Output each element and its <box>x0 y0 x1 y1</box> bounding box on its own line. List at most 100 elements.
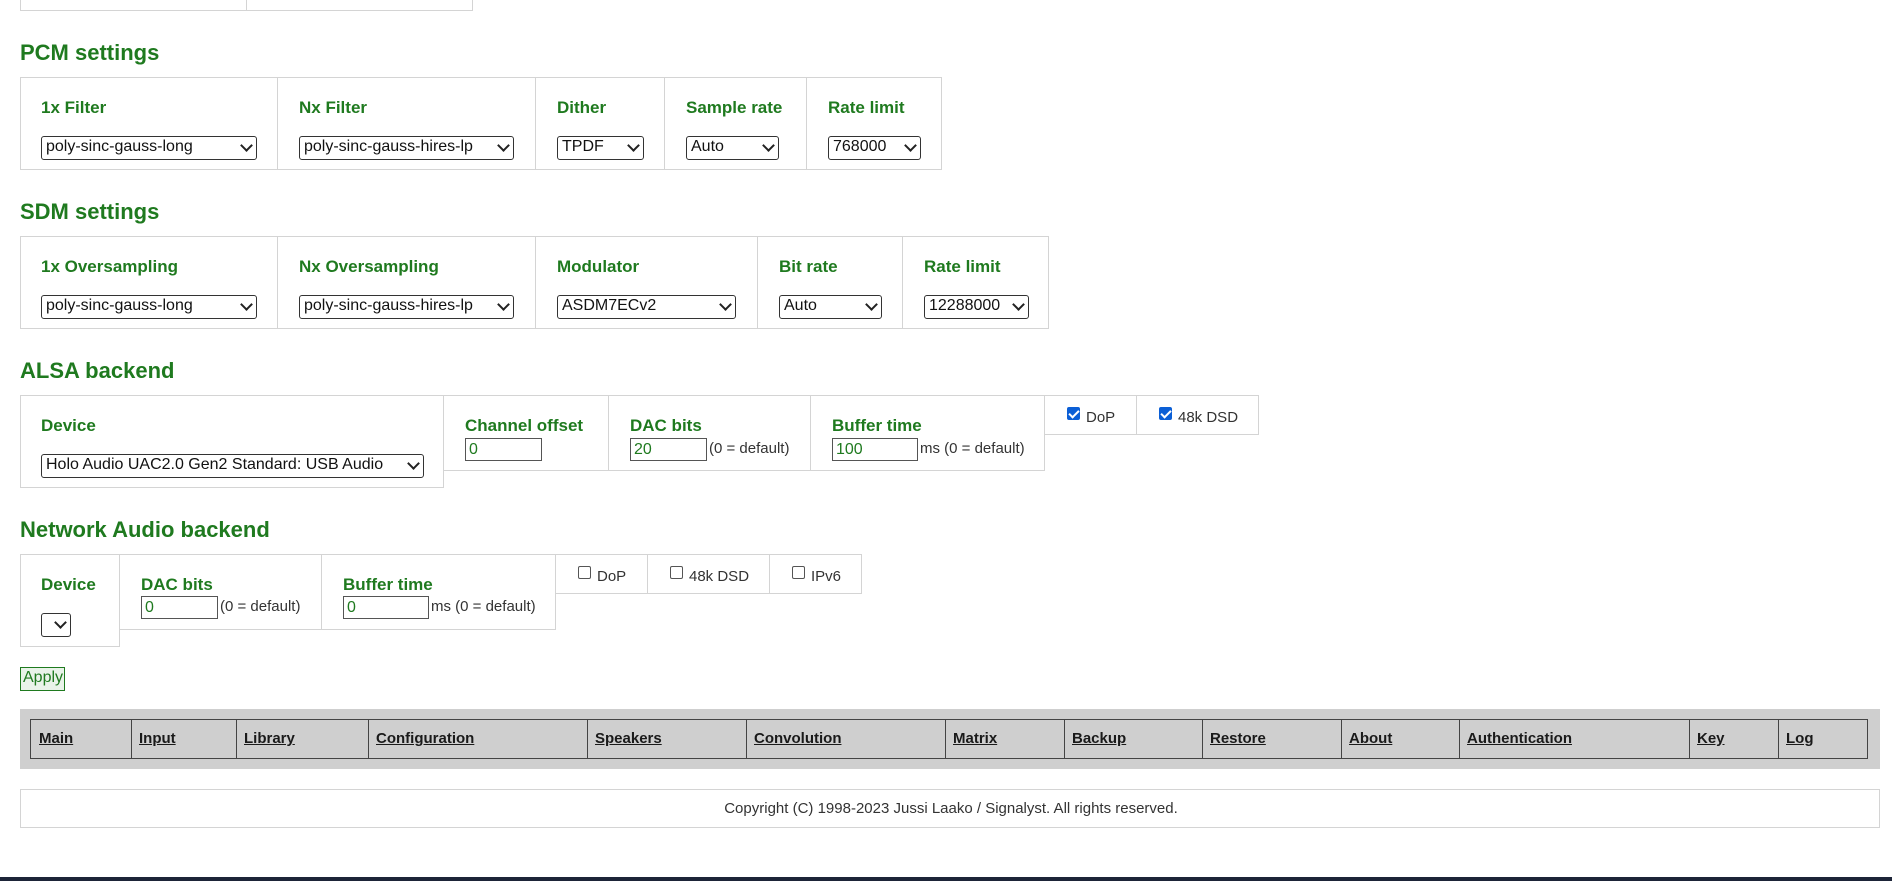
alsa-dac-bits-input[interactable] <box>630 438 707 461</box>
network-device-label: Device <box>41 575 96 594</box>
chevron-down-icon <box>497 139 510 152</box>
osNx-label: Nx Oversampling <box>299 257 439 276</box>
nav-authentication[interactable]: Authentication <box>1459 719 1690 759</box>
network-dac-bits-note: (0 = default) <box>220 598 301 615</box>
alsa-device-label: Device <box>41 416 96 435</box>
alsa-cell-channel-offset: Channel offset <box>443 395 609 471</box>
sdm-rate-limit-select[interactable]: 12288000 <box>924 295 1029 319</box>
channel-offset-label: Channel offset <box>465 416 584 435</box>
nav-input[interactable]: Input <box>131 719 237 759</box>
network-buffer-time-input[interactable] <box>343 596 429 619</box>
network-cell-ipv6: IPv6 <box>769 554 862 594</box>
network-dac-bits-label: DAC bits <box>141 575 213 594</box>
os1x-label: 1x Oversampling <box>41 257 179 276</box>
alsa-device-select[interactable]: Holo Audio UAC2.0 Gen2 Standard: USB Aud… <box>41 454 424 478</box>
alsa-dop-checkbox[interactable] <box>1067 407 1080 420</box>
apply-button[interactable]: Apply <box>20 667 65 691</box>
alsa-dac-bits-label: DAC bits <box>630 416 702 435</box>
footer-box: Copyright (C) 1998-2023 Jussi Laako / Si… <box>20 789 1880 828</box>
pcm-cell-filterNx: Nx Filter poly-sinc-gauss-hires-lp <box>277 77 536 170</box>
nav-restore[interactable]: Restore <box>1202 719 1342 759</box>
nav-matrix[interactable]: Matrix <box>945 719 1065 759</box>
dither-label: Dither <box>557 98 607 117</box>
chevron-down-icon <box>627 139 640 152</box>
network-48k-dsd-label: 48k DSD <box>689 568 750 585</box>
nav-library[interactable]: Library <box>236 719 369 759</box>
sdm-rate-limit-label: Rate limit <box>924 257 1001 276</box>
network-audio-backend-heading: Network Audio backend <box>20 517 270 542</box>
pcm-cell-rate-limit: Rate limit 768000 <box>806 77 942 170</box>
nav-configuration[interactable]: Configuration <box>368 719 588 759</box>
filter1x-select[interactable]: poly-sinc-gauss-long <box>41 136 257 160</box>
sdm-cell-os1x: 1x Oversampling poly-sinc-gauss-long <box>20 236 278 329</box>
sdm-cell-osNx: Nx Oversampling poly-sinc-gauss-hires-lp <box>277 236 536 329</box>
bit-rate-select[interactable]: Auto <box>779 295 882 319</box>
sdm-cell-bit-rate: Bit rate Auto <box>757 236 903 329</box>
alsa-cell-device: Device Holo Audio UAC2.0 Gen2 Standard: … <box>20 395 444 488</box>
sample-rate-select[interactable]: Auto <box>686 136 779 160</box>
network-ipv6-checkbox[interactable] <box>792 566 805 579</box>
chevron-down-icon <box>719 298 732 311</box>
network-buffer-time-note: ms (0 = default) <box>431 598 536 615</box>
window-bottom-bar <box>0 877 1892 881</box>
alsa-48k-dsd-label: 48k DSD <box>1178 409 1239 426</box>
pcm-cell-filter1x: 1x Filter poly-sinc-gauss-long <box>20 77 278 170</box>
chevron-down-icon <box>762 139 775 152</box>
nav-speakers[interactable]: Speakers <box>587 719 747 759</box>
alsa-cell-48k-dsd: 48k DSD <box>1136 395 1259 435</box>
chevron-down-icon <box>497 298 510 311</box>
alsa-cell-dac-bits: DAC bits (0 = default) <box>608 395 811 471</box>
previous-section-divider <box>20 0 247 11</box>
chevron-down-icon <box>1012 298 1025 311</box>
bit-rate-label: Bit rate <box>779 257 838 276</box>
alsa-buffer-time-input[interactable] <box>832 438 918 461</box>
chevron-down-icon <box>904 139 917 152</box>
modulator-select[interactable]: ASDM7ECv2 <box>557 295 736 319</box>
alsa-buffer-time-label: Buffer time <box>832 416 922 435</box>
alsa-dop-label: DoP <box>1086 409 1116 426</box>
chevron-down-icon <box>865 298 878 311</box>
chevron-down-icon <box>240 298 253 311</box>
nav-main[interactable]: Main <box>30 719 132 759</box>
nav-backup[interactable]: Backup <box>1064 719 1203 759</box>
alsa-48k-dsd-checkbox[interactable] <box>1159 407 1172 420</box>
modulator-label: Modulator <box>557 257 640 276</box>
pcm-rate-limit-select[interactable]: 768000 <box>828 136 921 160</box>
network-dop-label: DoP <box>597 568 627 585</box>
alsa-buffer-time-note: ms (0 = default) <box>920 440 1025 457</box>
os1x-select[interactable]: poly-sinc-gauss-long <box>41 295 257 319</box>
sdm-cell-modulator: Modulator ASDM7ECv2 <box>535 236 758 329</box>
filterNx-select[interactable]: poly-sinc-gauss-hires-lp <box>299 136 514 160</box>
network-cell-48k-dsd: 48k DSD <box>647 554 770 594</box>
network-cell-device: Device <box>20 554 120 647</box>
alsa-backend-heading: ALSA backend <box>20 358 175 383</box>
filterNx-label: Nx Filter <box>299 98 368 117</box>
nav-key[interactable]: Key <box>1689 719 1779 759</box>
nav-log[interactable]: Log <box>1778 719 1868 759</box>
osNx-select[interactable]: poly-sinc-gauss-hires-lp <box>299 295 514 319</box>
pcm-cell-sample-rate: Sample rate Auto <box>664 77 807 170</box>
pcm-cell-dither: Dither TPDF <box>535 77 665 170</box>
nav-convolution[interactable]: Convolution <box>746 719 946 759</box>
sample-rate-label: Sample rate <box>686 98 783 117</box>
main-navigation-bar: Main Input Library Configuration Speaker… <box>20 709 1880 769</box>
filter1x-label: 1x Filter <box>41 98 107 117</box>
channel-offset-input[interactable] <box>465 438 542 461</box>
pcm-rate-limit-label: Rate limit <box>828 98 905 117</box>
dither-select[interactable]: TPDF <box>557 136 644 160</box>
chevron-down-icon <box>407 457 420 470</box>
network-cell-dop: DoP <box>555 554 648 594</box>
alsa-cell-dop: DoP <box>1044 395 1137 435</box>
alsa-cell-buffer-time: Buffer time ms (0 = default) <box>810 395 1045 471</box>
network-dac-bits-input[interactable] <box>141 596 218 619</box>
alsa-dac-bits-note: (0 = default) <box>709 440 790 457</box>
chevron-down-icon <box>54 616 67 629</box>
network-cell-dac-bits: DAC bits (0 = default) <box>119 554 322 630</box>
chevron-down-icon <box>240 139 253 152</box>
nav-about[interactable]: About <box>1341 719 1460 759</box>
network-device-select[interactable] <box>41 613 71 637</box>
copyright-text: Copyright (C) 1998-2023 Jussi Laako / Si… <box>724 800 1178 817</box>
network-dop-checkbox[interactable] <box>578 566 591 579</box>
network-48k-dsd-checkbox[interactable] <box>670 566 683 579</box>
network-buffer-time-label: Buffer time <box>343 575 433 594</box>
